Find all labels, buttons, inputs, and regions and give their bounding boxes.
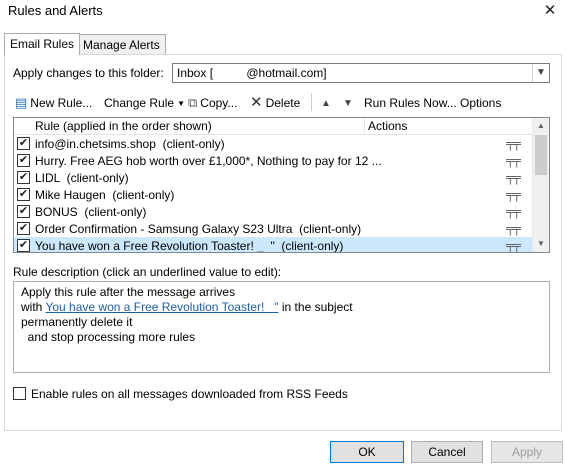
folder-label: Apply changes to this folder: xyxy=(13,66,164,80)
scroll-down-icon[interactable]: ▼ xyxy=(533,236,549,252)
rule-name: LIDL (client-only) xyxy=(35,171,129,185)
rule-row[interactable]: ✔ Mike Haugen (client-only) ╤╤ xyxy=(14,186,532,203)
rule-row-selected[interactable]: ✔ You have won a Free Revolution Toaster… xyxy=(14,237,532,253)
chevron-down-icon[interactable]: ▼ xyxy=(532,64,549,82)
col-header-rule[interactable]: Rule (applied in the order shown) xyxy=(35,119,212,133)
move-up-icon[interactable]: ▲ xyxy=(321,94,331,112)
rule-name: Mike Haugen (client-only) xyxy=(35,188,175,202)
rule-actions-icon: ╤╤ xyxy=(506,221,521,235)
apply-button[interactable]: Apply xyxy=(491,441,563,463)
description-line: and stop processing more rules xyxy=(21,330,196,344)
rss-label: Enable rules on all messages downloaded … xyxy=(31,387,348,401)
col-header-actions[interactable]: Actions xyxy=(368,119,407,133)
rule-actions-icon: ╤╤ xyxy=(506,187,521,201)
subject-link[interactable]: You have won a Free Revolution Toaster! … xyxy=(45,300,278,314)
delete-button[interactable]: ✕ Delete xyxy=(250,94,300,112)
rule-row[interactable]: ✔ Hurry. Free AEG hob worth over £1,000*… xyxy=(14,152,532,169)
scroll-up-icon[interactable]: ▲ xyxy=(533,118,549,134)
description-line: permanently delete it xyxy=(21,315,133,329)
rule-actions-icon: ╤╤ xyxy=(506,153,521,167)
cancel-button[interactable]: Cancel xyxy=(411,441,483,463)
rule-name: You have won a Free Revolution Toaster! … xyxy=(35,239,344,253)
rule-name: Order Confirmation - Samsung Galaxy S23 … xyxy=(35,222,362,236)
rule-checkbox[interactable]: ✔ xyxy=(17,239,30,252)
title-bar: Rules and Alerts ✕ xyxy=(0,0,567,26)
tab-manage-alerts[interactable]: Manage Alerts xyxy=(77,34,166,55)
run-rules-now-button[interactable]: Run Rules Now... xyxy=(364,94,457,112)
column-divider xyxy=(364,118,365,135)
rule-actions-icon: ╤╤ xyxy=(506,238,521,252)
copy-button[interactable]: ⧉ Copy... xyxy=(188,94,237,112)
delete-label: Delete xyxy=(265,96,301,110)
rule-actions-icon: ╤╤ xyxy=(506,170,521,184)
rule-row[interactable]: ✔ LIDL (client-only) ╤╤ xyxy=(14,169,532,186)
change-rule-label: Change Rule xyxy=(104,96,175,110)
folder-select[interactable]: Inbox [ @hotmail.com] ▼ xyxy=(172,63,550,83)
rules-list: Rule (applied in the order shown) Action… xyxy=(13,117,550,253)
rule-row[interactable]: ✔ BONUS (client-only) ╤╤ xyxy=(14,203,532,220)
rule-checkbox[interactable]: ✔ xyxy=(17,154,30,167)
rule-checkbox[interactable]: ✔ xyxy=(17,137,30,150)
folder-value: Inbox [ @hotmail.com] xyxy=(177,66,327,80)
options-button[interactable]: Options xyxy=(460,94,501,112)
toolbar-divider xyxy=(311,93,312,111)
rule-checkbox[interactable]: ✔ xyxy=(17,205,30,218)
rules-list-header: Rule (applied in the order shown) Action… xyxy=(14,118,532,135)
new-rule-button[interactable]: ▤ New Rule... xyxy=(15,94,92,112)
tab-email-rules[interactable]: Email Rules xyxy=(4,33,81,55)
window-title: Rules and Alerts xyxy=(8,3,103,18)
rule-row[interactable]: ✔ Order Confirmation - Samsung Galaxy S2… xyxy=(14,220,532,237)
rule-actions-icon: ╤╤ xyxy=(506,204,521,218)
rules-list-scrollbar[interactable]: ▲ ▼ xyxy=(532,118,549,252)
change-rule-button[interactable]: Change Rule ▼ xyxy=(104,94,185,112)
new-rule-label: New Rule... xyxy=(30,96,93,110)
rule-name: Hurry. Free AEG hob worth over £1,000*, … xyxy=(35,154,382,168)
delete-icon: ✕ xyxy=(250,94,263,111)
rule-description-label: Rule description (click an underlined va… xyxy=(13,265,282,279)
rule-actions-icon: ╤╤ xyxy=(506,136,521,150)
description-line: Apply this rule after the message arrive… xyxy=(21,285,236,299)
rule-name: BONUS (client-only) xyxy=(35,205,147,219)
rule-description-box: Apply this rule after the message arrive… xyxy=(13,281,550,373)
rule-row[interactable]: ✔ info@in.chetsims.shop (client-only) ╤╤ xyxy=(14,135,532,152)
close-icon[interactable]: ✕ xyxy=(537,0,563,22)
rule-checkbox[interactable]: ✔ xyxy=(17,222,30,235)
move-down-icon[interactable]: ▼ xyxy=(343,94,353,112)
rule-checkbox[interactable]: ✔ xyxy=(17,188,30,201)
copy-icon: ⧉ xyxy=(188,95,198,110)
scrollbar-thumb[interactable] xyxy=(535,135,547,175)
email-rules-panel: Apply changes to this folder: Inbox [ @h… xyxy=(4,54,562,431)
description-prefix: with xyxy=(21,300,46,314)
description-line: with You have won a Free Revolution Toas… xyxy=(21,300,353,314)
rule-name: info@in.chetsims.shop (client-only) xyxy=(35,137,225,151)
ok-button[interactable]: OK xyxy=(330,441,404,463)
description-suffix: in the subject xyxy=(278,300,353,314)
dropdown-arrow-icon: ▼ xyxy=(177,98,185,108)
rule-checkbox[interactable]: ✔ xyxy=(17,171,30,184)
copy-label: Copy... xyxy=(200,96,238,110)
new-rule-icon: ▤ xyxy=(15,95,28,110)
rss-checkbox[interactable] xyxy=(13,387,26,400)
